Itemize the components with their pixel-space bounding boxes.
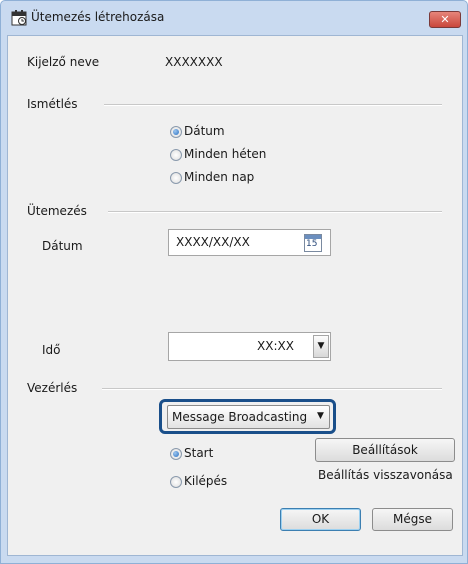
time-field[interactable]: XX:XX ▼ — [168, 332, 331, 361]
display-name-value: XXXXXXX — [165, 55, 223, 69]
chevron-down-icon: ▼ — [317, 411, 324, 421]
schedule-divider — [108, 211, 442, 213]
radio-button[interactable] — [170, 448, 182, 460]
radio-label: Minden héten — [184, 147, 267, 161]
radio-button[interactable] — [170, 172, 182, 184]
radio-button[interactable] — [170, 476, 182, 488]
action-dropdown[interactable]: Message Broadcasting ▼ — [167, 405, 330, 429]
action-dropdown-value: Message Broadcasting — [172, 410, 308, 424]
cancel-button[interactable]: Mégse — [372, 508, 453, 531]
control-heading: Vezérlés — [27, 381, 78, 395]
time-label: Idő — [42, 343, 61, 357]
radio-label: Start — [184, 446, 214, 460]
dialog-body: Kijelző neve XXXXXXX Ismétlés Dátum Mind… — [7, 35, 463, 556]
radio-label: Kilépés — [184, 474, 228, 488]
time-dropdown-button[interactable]: ▼ — [313, 335, 329, 358]
radio-button[interactable] — [170, 149, 182, 161]
repeat-divider — [104, 104, 442, 106]
cancel-settings-link[interactable]: Beállítás visszavonása — [318, 468, 453, 482]
radio-label: Minden nap — [184, 170, 255, 184]
schedule-app-icon — [11, 10, 27, 26]
settings-button[interactable]: Beállítások — [315, 438, 455, 462]
control-divider — [102, 388, 442, 390]
display-name-label: Kijelző neve — [27, 55, 100, 69]
radio-label: Dátum — [184, 124, 225, 138]
title-bar[interactable]: Ütemezés létrehozása ✕ — [1, 1, 467, 35]
date-label: Dátum — [42, 239, 83, 253]
calendar-icon[interactable]: 15 — [304, 234, 322, 252]
time-value[interactable]: XX:XX — [257, 339, 294, 353]
close-button[interactable]: ✕ — [429, 11, 461, 28]
date-field[interactable]: XXXX/XX/XX 15 — [168, 229, 331, 256]
close-icon: ✕ — [440, 13, 450, 26]
schedule-heading: Ütemezés — [27, 204, 87, 218]
ok-button[interactable]: OK — [280, 508, 361, 531]
chevron-down-icon: ▼ — [317, 341, 325, 351]
date-value: XXXX/XX/XX — [176, 235, 250, 249]
radio-button[interactable] — [170, 126, 182, 138]
window-title: Ütemezés létrehozása — [31, 10, 165, 24]
repeat-heading: Ismétlés — [27, 97, 78, 111]
dialog-window: Ütemezés létrehozása ✕ Kijelző neve XXXX… — [0, 0, 468, 564]
